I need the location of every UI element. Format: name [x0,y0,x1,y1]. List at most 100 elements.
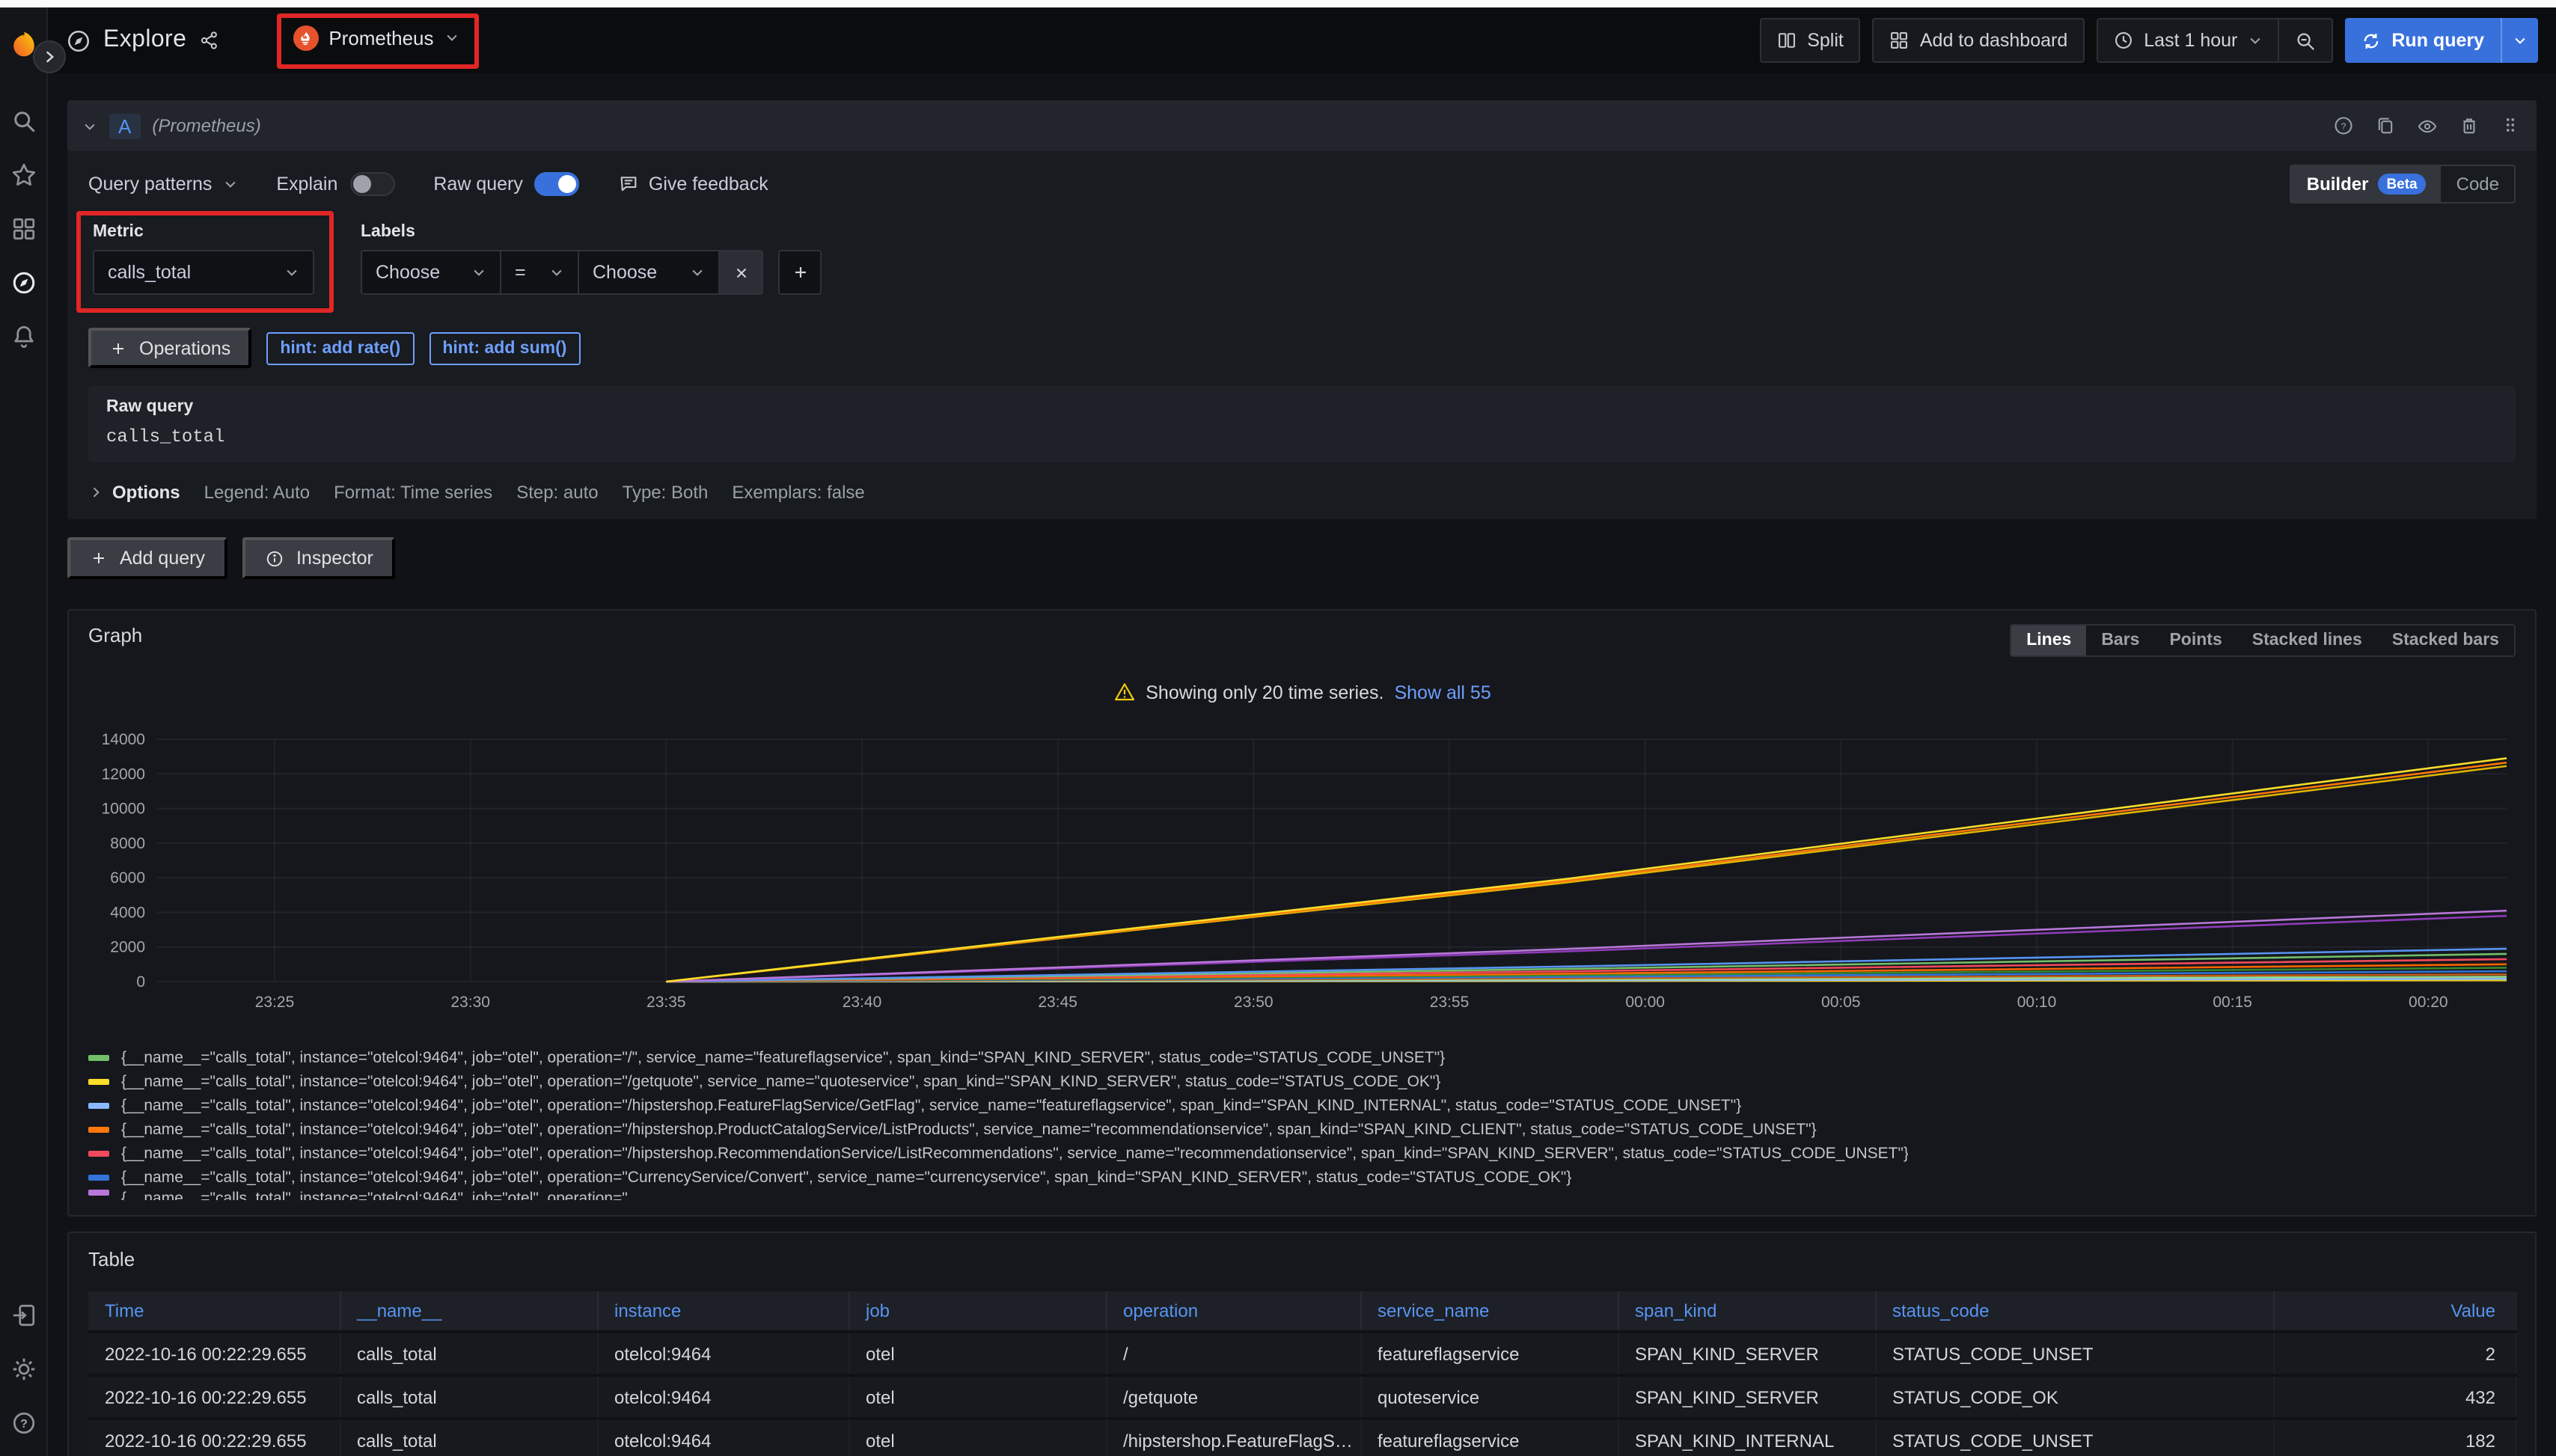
column-header-name[interactable]: __name__ [340,1291,597,1332]
legend-item[interactable]: {__name__="calls_total", instance="otelc… [88,1046,2516,1070]
query-help-icon[interactable]: ? [2333,115,2354,136]
column-header-span-kind[interactable]: span_kind [1618,1291,1875,1332]
duplicate-query-icon[interactable] [2375,115,2396,136]
drag-handle-icon[interactable] [2501,115,2522,136]
column-header-instance[interactable]: instance [597,1291,849,1332]
inspector-button[interactable]: Inspector [242,537,396,579]
legend-item[interactable]: {__name__="calls_total", instance="otelc… [88,1094,2516,1118]
apps-icon [1889,30,1910,51]
svg-text:00:15: 00:15 [2213,994,2252,1011]
label-key-select[interactable]: Choose [361,250,501,295]
graph-panel: Graph LinesBarsPointsStacked linesStacke… [67,609,2537,1217]
column-header-service-name[interactable]: service_name [1360,1291,1618,1332]
hide-query-icon[interactable] [2417,115,2438,136]
timeseries-chart[interactable]: 0200040006000800010000120001400023:2523:… [88,718,2516,1043]
legend-series-label: {__name__="calls_total", instance="otelc… [121,1190,628,1200]
svg-text:23:25: 23:25 [255,994,295,1011]
legend-item[interactable]: {__name__="calls_total", instance="otelc… [88,1190,2516,1200]
collapse-chevron-icon[interactable] [82,118,97,133]
sidebar-explore[interactable] [0,256,46,310]
sidebar-starred[interactable] [0,148,46,202]
table-panel-title: Table [88,1248,135,1270]
label-operator-select[interactable]: = [501,250,579,295]
sidebar-help[interactable]: ? [0,1396,46,1450]
show-all-series-link[interactable]: Show all 55 [1394,682,1491,703]
builder-mode-button[interactable]: Builder Beta [2292,166,2442,202]
sidebar-sign-in[interactable] [0,1288,46,1342]
add-to-dashboard-button[interactable]: Add to dashboard [1872,18,2084,63]
beta-badge: Beta [2377,174,2426,195]
time-range-picker[interactable]: Last 1 hour [2097,19,2278,61]
remove-query-icon[interactable] [2459,115,2480,136]
table-cell-time: 2022-10-16 00:22:29.655 [88,1332,340,1375]
graph-mode-lines[interactable]: Lines [2011,625,2086,655]
warning-text: Showing only 20 time series. [1146,682,1384,703]
query-datasource-name: (Prometheus) [152,115,260,136]
graph-mode-points[interactable]: Points [2154,625,2236,655]
sidebar-search[interactable] [0,94,46,148]
column-header-value[interactable]: Value [2273,1291,2516,1332]
share-icon[interactable] [198,30,219,51]
query-patterns-dropdown[interactable]: Query patterns [88,174,237,195]
legend-swatch [88,1151,109,1157]
metric-select[interactable]: calls_total [93,250,314,295]
legend-item[interactable]: {__name__="calls_total", instance="otelc… [88,1070,2516,1094]
svg-text:00:05: 00:05 [1821,994,1861,1011]
prometheus-icon [293,25,318,50]
sidebar-settings[interactable] [0,1342,46,1396]
explore-compass-icon [66,28,91,53]
chevron-down-icon [690,265,705,280]
sidebar-expand-button[interactable] [33,40,66,73]
legend-item[interactable]: {__name__="calls_total", instance="otelc… [88,1166,2516,1190]
table-panel: Table Time__name__instancejoboperationse… [67,1232,2537,1456]
operations-row: Operations hint: add rate() hint: add sum… [67,328,2537,368]
table-cell-operation: /hipstershop.FeatureFlagServi... [1106,1419,1360,1456]
sidebar-dashboards[interactable] [0,202,46,256]
zoom-out-time-button[interactable] [2279,19,2332,61]
graph-mode-bars[interactable]: Bars [2086,625,2154,655]
query-options-row[interactable]: Options Legend: AutoFormat: Time seriesS… [67,474,2537,510]
column-header-status-code[interactable]: status_code [1875,1291,2273,1332]
column-header-operation[interactable]: operation [1106,1291,1360,1332]
datasource-picker[interactable]: Prometheus [293,25,459,50]
svg-text:23:55: 23:55 [1430,994,1470,1011]
add-label-filter-button[interactable] [778,250,822,295]
query-row-header[interactable]: A (Prometheus) ? [67,100,2537,151]
table-cell-job: otel [849,1332,1106,1375]
query-ref-id[interactable]: A [109,113,140,138]
graph-mode-stacked-bars[interactable]: Stacked bars [2377,625,2514,655]
split-button[interactable]: Split [1759,18,1860,63]
svg-text:0: 0 [136,973,145,991]
column-header-time[interactable]: Time [88,1291,340,1332]
run-query-button[interactable]: Run query [2345,18,2538,63]
give-feedback-link[interactable]: Give feedback [619,174,768,195]
raw-query-toggle[interactable] [535,172,580,196]
editor-mode-toggle: Builder Beta Code [2290,165,2516,204]
legend-item[interactable]: {__name__="calls_total", instance="otelc… [88,1118,2516,1142]
remove-label-filter-button[interactable] [720,250,763,295]
label-value-select[interactable]: Choose [579,250,720,295]
explain-toggle[interactable] [349,172,394,196]
operations-button[interactable]: Operations [88,328,251,368]
legend-item[interactable]: {__name__="calls_total", instance="otelc… [88,1142,2516,1166]
raw-query-preview-label: Raw query [106,398,2498,416]
svg-text:12000: 12000 [102,765,145,783]
run-query-dropdown[interactable] [2501,18,2538,63]
hint-hint-add-rate[interactable]: hint: add rate() [266,331,414,364]
option-step: Step: auto [516,482,598,503]
svg-text:00:20: 00:20 [2409,994,2448,1011]
left-sidebar: ? [0,7,48,1456]
graph-mode-stacked-lines[interactable]: Stacked lines [2237,625,2377,655]
explore-actions: Add query Inspector [67,537,2537,579]
table-cell-span-kind: SPAN_KIND_SERVER [1618,1332,1875,1375]
table-cell-job: otel [849,1375,1106,1419]
hint-hint-add-sum[interactable]: hint: add sum() [429,331,580,364]
sidebar-alerting[interactable] [0,310,46,364]
add-query-button[interactable]: Add query [67,537,227,579]
graph-legend: {__name__="calls_total", instance="otelc… [88,1046,2516,1202]
code-mode-button[interactable]: Code [2442,166,2514,202]
table-row: 2022-10-16 00:22:29.655calls_totalotelco… [88,1419,2516,1456]
column-header-job[interactable]: job [849,1291,1106,1332]
table-cell-name: calls_total [340,1332,597,1375]
table-cell-time: 2022-10-16 00:22:29.655 [88,1419,340,1456]
